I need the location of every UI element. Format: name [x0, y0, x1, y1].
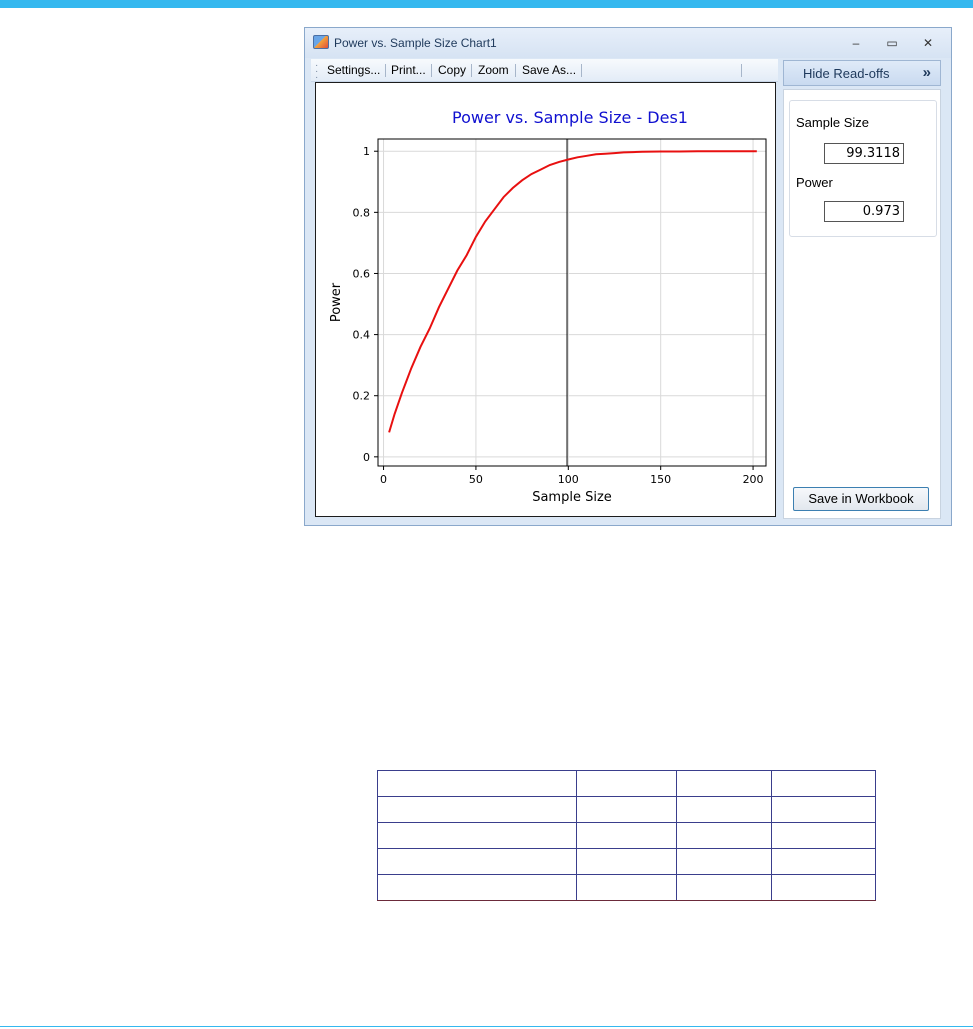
- table-row: [377, 796, 876, 823]
- table-cell: [676, 796, 772, 823]
- y-tick-label: 0.2: [353, 390, 371, 403]
- table-cell: [771, 848, 876, 875]
- toolbar-grip-icon[interactable]: · · ·: [315, 61, 318, 83]
- power-chart[interactable]: 0 50 100 150 200 0 0.2 0.4 0.6 0.8 1 Power vs. Samp…: [316, 83, 775, 516]
- window-titlebar[interactable]: Power vs. Sample Size Chart1 ‒ ▭ ✕: [305, 28, 951, 58]
- power-field[interactable]: 0.973: [824, 201, 904, 222]
- chart-toolbar: · · · Settings... Print... Copy Zoom Save …: [311, 59, 778, 83]
- readoff-panel: Sample Size 99.3118 Power 0.973 Save in …: [783, 89, 941, 519]
- sample-size-label: Sample Size: [796, 115, 869, 130]
- table-cell: [377, 822, 577, 849]
- power-curve-line: [388, 150, 757, 433]
- copy-button[interactable]: Copy: [438, 63, 466, 77]
- settings-button[interactable]: Settings...: [327, 63, 380, 77]
- sample-size-field[interactable]: 99.3118: [824, 143, 904, 164]
- toolbar-separator: [581, 64, 582, 77]
- table-cell: [576, 796, 677, 823]
- table-cell: [576, 770, 677, 797]
- x-tick-label: 0: [380, 473, 387, 486]
- window-title: Power vs. Sample Size Chart1: [334, 36, 497, 50]
- chart-app-icon: [313, 35, 329, 49]
- y-tick-label: 0.4: [353, 329, 371, 342]
- toolbar-separator: [431, 64, 432, 77]
- table-cell: [676, 848, 772, 875]
- chart-title: Power vs. Sample Size - Des1: [452, 108, 688, 127]
- table-cell: [676, 874, 772, 901]
- y-axis-label: Power: [329, 282, 344, 322]
- save-in-workbook-button[interactable]: Save in Workbook: [793, 487, 929, 511]
- toolbar-separator: [741, 64, 742, 77]
- table-row: [377, 822, 876, 849]
- table-cell: [676, 822, 772, 849]
- data-table: [377, 770, 876, 901]
- table-cell: [377, 874, 577, 901]
- y-tick-label: 0: [363, 451, 370, 464]
- x-tick-label: 100: [558, 473, 579, 486]
- print-button[interactable]: Print...: [391, 63, 426, 77]
- zoom-button[interactable]: Zoom: [478, 63, 509, 77]
- table-row: [377, 770, 876, 797]
- x-axis-label: Sample Size: [532, 490, 612, 505]
- y-tick-label: 0.8: [353, 206, 371, 219]
- double-chevron-right-icon: »: [922, 64, 931, 81]
- chart-window: Power vs. Sample Size Chart1 ‒ ▭ ✕ · · · S…: [304, 27, 952, 526]
- table-cell: [576, 874, 677, 901]
- hide-readoffs-button[interactable]: Hide Read-offs »: [783, 60, 941, 86]
- toolbar-separator: [515, 64, 516, 77]
- toolbar-separator: [385, 64, 386, 77]
- hide-readoffs-label: Hide Read-offs: [803, 66, 890, 81]
- chart-panel[interactable]: 0 50 100 150 200 0 0.2 0.4 0.6 0.8 1 Power vs. Samp…: [315, 82, 776, 517]
- maximize-icon[interactable]: ▭: [881, 34, 903, 52]
- table-cell: [377, 770, 577, 797]
- y-tick-label: 0.6: [353, 267, 371, 280]
- table-cell: [576, 848, 677, 875]
- table-cell: [771, 770, 876, 797]
- bottom-accent-line: [0, 1026, 973, 1027]
- toolbar-separator: [471, 64, 472, 77]
- table-cell: [676, 770, 772, 797]
- table-cell: [576, 822, 677, 849]
- save-as-button[interactable]: Save As...: [522, 63, 576, 77]
- table-row: [377, 874, 876, 901]
- table-cell: [377, 796, 577, 823]
- close-icon[interactable]: ✕: [917, 34, 939, 52]
- power-label: Power: [796, 175, 833, 190]
- x-tick-label: 50: [469, 473, 483, 486]
- table-row: [377, 848, 876, 875]
- x-tick-label: 150: [650, 473, 671, 486]
- x-tick-label: 200: [743, 473, 764, 486]
- plot-frame: [377, 138, 767, 467]
- table-cell: [771, 822, 876, 849]
- minimize-icon[interactable]: ‒: [845, 34, 867, 52]
- top-accent-bar: [0, 0, 973, 8]
- table-cell: [771, 796, 876, 823]
- y-tick-label: 1: [363, 145, 370, 158]
- readoff-group: Sample Size 99.3118 Power 0.973: [789, 100, 937, 237]
- table-cell: [377, 848, 577, 875]
- table-cell: [771, 874, 876, 901]
